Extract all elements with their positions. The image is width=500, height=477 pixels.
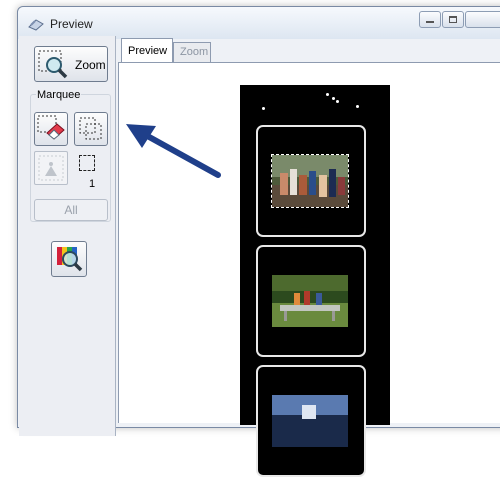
film-sprocket-hole: [262, 107, 265, 110]
title-bar[interactable]: Preview: [18, 7, 500, 39]
marquee-selection[interactable]: [271, 154, 349, 208]
zoom-button[interactable]: Zoom: [34, 46, 108, 82]
film-strip: [240, 85, 390, 477]
tab-zoom[interactable]: Zoom: [173, 42, 211, 62]
film-frame-photo: [272, 395, 348, 447]
marquee-count: 1: [89, 178, 96, 190]
film-sprocket-hole: [336, 100, 339, 103]
copy-marquee-icon: [79, 117, 102, 140]
tab-preview[interactable]: Preview: [121, 38, 173, 62]
film-frame-2[interactable]: [256, 245, 366, 357]
erase-marquee-icon: [37, 115, 65, 140]
all-button[interactable]: All: [34, 199, 108, 221]
scanner-app-icon: [28, 19, 44, 31]
zoom-button-label: Zoom: [75, 58, 106, 72]
maximize-button[interactable]: [442, 11, 464, 28]
marquee-group-label: Marquee: [36, 89, 82, 101]
thumbnail-view-icon: [57, 247, 83, 272]
auto-exposure-button[interactable]: [34, 151, 68, 185]
film-frame-1[interactable]: [256, 125, 366, 237]
film-sprocket-hole: [356, 105, 359, 108]
film-sprocket-hole: [332, 97, 335, 100]
copy-marquee-button[interactable]: [74, 112, 108, 146]
tool-panel: Zoom Marquee 1 All: [19, 36, 116, 436]
close-button[interactable]: [465, 11, 500, 28]
auto-exposure-icon: [38, 155, 64, 181]
thumbnail-view-button[interactable]: [51, 241, 87, 277]
minimize-button[interactable]: [419, 11, 441, 28]
film-sprocket-hole: [326, 93, 329, 96]
marquee-count-icon: [79, 155, 95, 171]
erase-marquee-button[interactable]: [34, 112, 68, 146]
zoom-marquee-icon: [38, 50, 68, 79]
film-frame-3[interactable]: [256, 365, 366, 477]
window-title: Preview: [50, 17, 93, 31]
pointer-arrow: [126, 124, 221, 178]
film-frame-photo: [272, 275, 348, 327]
